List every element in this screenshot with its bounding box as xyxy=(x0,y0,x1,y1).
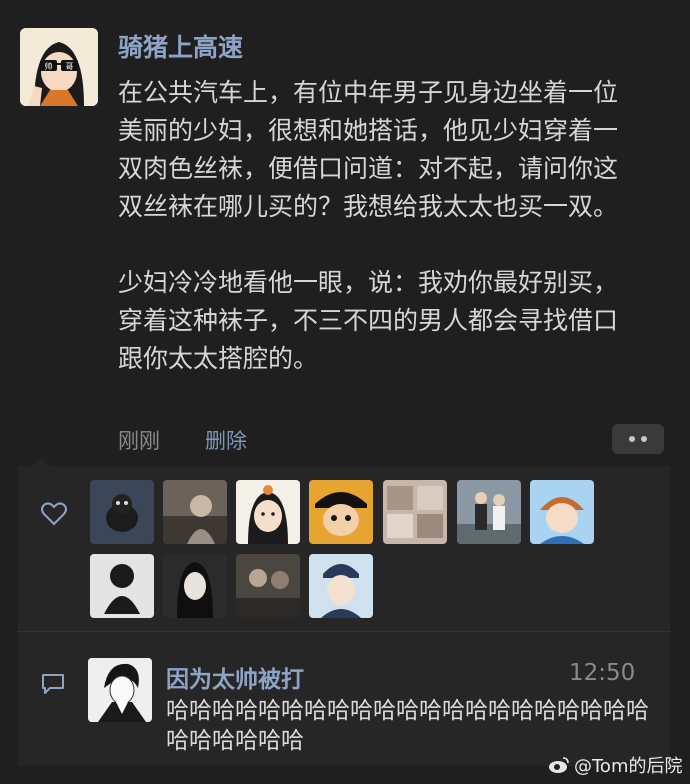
avatar-badge-right: 哥 xyxy=(66,62,74,71)
heart-icon xyxy=(41,502,67,526)
comment-icon xyxy=(42,674,64,694)
avatar-image xyxy=(236,554,300,618)
more-options-button[interactable] xyxy=(612,424,664,454)
avatar-image xyxy=(530,480,594,544)
like-avatar-10[interactable] xyxy=(236,554,300,618)
like-avatar-11[interactable] xyxy=(309,554,373,618)
avatar-image xyxy=(309,554,373,618)
panel-divider xyxy=(18,631,670,632)
watermark-text: @Tom的后院 xyxy=(574,756,683,777)
moments-post: 帅 哥 骑猪上高速 在公共汽车上，有位中年男子见身边坐着一位美丽的少妇，很想和她… xyxy=(0,0,690,784)
commenter-avatar[interactable] xyxy=(88,658,152,722)
poster-avatar-image: 帅 哥 xyxy=(20,28,98,106)
like-avatar-5[interactable] xyxy=(383,480,447,544)
weibo-logo-icon xyxy=(549,757,569,773)
avatar-image xyxy=(90,480,154,544)
avatar-image xyxy=(163,554,227,618)
avatar-image xyxy=(457,480,521,544)
like-avatar-2[interactable] xyxy=(163,480,227,544)
like-avatar-7[interactable] xyxy=(530,480,594,544)
poster-username[interactable]: 骑猪上高速 xyxy=(118,28,243,64)
like-avatar-4[interactable] xyxy=(309,480,373,544)
like-avatar-8[interactable] xyxy=(90,554,154,618)
like-avatar-9[interactable] xyxy=(163,554,227,618)
like-avatar-3[interactable] xyxy=(236,480,300,544)
poster-avatar[interactable]: 帅 哥 xyxy=(20,28,98,106)
post-time: 刚刚 xyxy=(118,429,160,453)
avatar-badge-left: 帅 xyxy=(45,61,53,71)
avatar-image xyxy=(309,480,373,544)
comment-text[interactable]: 哈哈哈哈哈哈哈哈哈哈哈哈哈哈哈哈哈哈哈哈哈哈哈哈哈哈哈 xyxy=(166,696,656,756)
dot-icon xyxy=(641,436,647,442)
like-avatar-1[interactable] xyxy=(90,480,154,544)
avatar-image xyxy=(163,480,227,544)
commenter-name[interactable]: 因为太帅被打 xyxy=(166,660,304,694)
comment-time: 12:50 xyxy=(569,660,636,686)
avatar-image xyxy=(88,658,152,722)
delete-button[interactable]: 删除 xyxy=(205,425,247,455)
avatar-image xyxy=(236,480,300,544)
avatar-image xyxy=(383,480,447,544)
post-content: 在公共汽车上，有位中年男子见身边坐着一位美丽的少妇，很想和她搭话，他见少妇穿着一… xyxy=(118,78,619,373)
like-avatar-6[interactable] xyxy=(457,480,521,544)
watermark: @Tom的后院 xyxy=(548,752,682,778)
avatar-image xyxy=(90,554,154,618)
dot-icon xyxy=(629,436,635,442)
